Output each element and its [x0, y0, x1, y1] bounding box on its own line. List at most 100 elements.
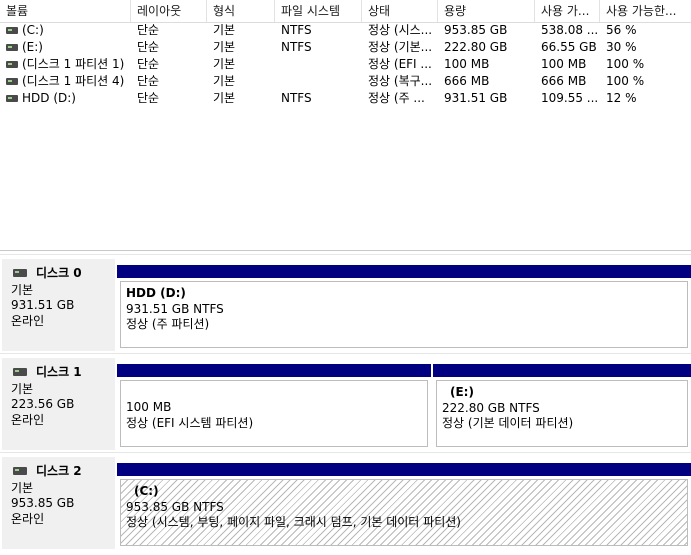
volume-icon — [6, 78, 18, 85]
disk-type: 기본 — [11, 480, 34, 495]
volume-percent-free: 12 % — [606, 91, 637, 105]
volume-free-space: 66.55 GB — [541, 40, 597, 54]
volume-capacity: 666 MB — [444, 74, 490, 88]
partition-efi[interactable]: 100 MB 정상 (EFI 시스템 파티션) — [117, 364, 431, 450]
volume-capacity: 931.51 GB — [444, 91, 508, 105]
volume-row[interactable]: (디스크 1 파티션 1) 단순 기본 정상 (EFI ... 100 MB 1… — [0, 56, 691, 73]
partition-color-bar — [433, 364, 691, 377]
volume-percent-free: 100 % — [606, 57, 645, 71]
volume-percent-free: 30 % — [606, 40, 637, 54]
volume-row[interactable]: (C:) 단순 기본 NTFS 정상 (시스... 953.85 GB 538.… — [0, 22, 691, 39]
partition-name: (C:) — [134, 484, 159, 498]
partition-color-bar — [117, 364, 431, 377]
volume-name: HDD (D:) — [22, 91, 76, 105]
volume-filesystem: NTFS — [281, 91, 312, 105]
disk-type: 기본 — [11, 381, 34, 396]
volume-layout: 단순 — [137, 40, 160, 54]
volume-free-space: 109.55 ... — [541, 91, 599, 105]
column-header-layout[interactable]: 레이아웃 — [131, 0, 207, 22]
volume-capacity: 222.80 GB — [444, 40, 508, 54]
partition-size: 931.51 GB NTFS — [126, 301, 224, 316]
partition-c[interactable]: (C:) 953.85 GB NTFS 정상 (시스템, 부팅, 페이지 파일,… — [117, 463, 691, 549]
column-header-capacity[interactable]: 용량 — [438, 0, 535, 22]
disk-row-1: 디스크 1 기본 223.56 GB 온라인 100 MB 정상 (EFI 시스… — [0, 353, 691, 450]
volume-type: 기본 — [213, 57, 236, 71]
volume-type: 기본 — [213, 74, 236, 88]
partition-body: (C:) 953.85 GB NTFS 정상 (시스템, 부팅, 페이지 파일,… — [120, 479, 688, 546]
partition-color-bar — [117, 265, 691, 278]
volume-type: 기본 — [213, 40, 236, 54]
partition-size: 222.80 GB NTFS — [442, 400, 540, 415]
disk-label-1[interactable]: 디스크 1 기본 223.56 GB 온라인 — [2, 358, 115, 450]
volume-capacity: 953.85 GB — [444, 23, 508, 37]
volume-free-space: 100 MB — [541, 57, 587, 71]
disk-graphical-view[interactable]: 디스크 0 기본 931.51 GB 온라인 HDD (D:) 931.51 G… — [0, 254, 691, 555]
disk-size: 223.56 GB — [11, 397, 75, 411]
disk-icon — [13, 467, 27, 475]
column-header-filesystem[interactable]: 파일 시스템 — [275, 0, 362, 22]
disk-title: 디스크 1 — [36, 365, 82, 379]
volume-row[interactable]: (E:) 단순 기본 NTFS 정상 (기본... 222.80 GB 66.5… — [0, 39, 691, 56]
disk-icon — [13, 269, 27, 277]
volume-layout: 단순 — [137, 23, 160, 37]
partition-name: (E:) — [450, 385, 474, 399]
volume-name: (디스크 1 파티션 4) — [22, 74, 125, 88]
volume-status: 정상 (기본... — [368, 40, 433, 54]
volume-icon — [6, 27, 18, 34]
volume-layout: 단순 — [137, 91, 160, 105]
partition-body: 100 MB 정상 (EFI 시스템 파티션) — [120, 380, 428, 447]
disk-row-2: 디스크 2 기본 953.85 GB 온라인 (C:) 953.85 GB NT… — [0, 452, 691, 549]
disk-row-0: 디스크 0 기본 931.51 GB 온라인 HDD (D:) 931.51 G… — [0, 254, 691, 351]
disk-title: 디스크 2 — [36, 464, 82, 478]
volume-icon — [6, 61, 18, 68]
partition-size: 100 MB — [126, 400, 172, 414]
volume-row[interactable]: (디스크 1 파티션 4) 단순 기본 정상 (복구... 666 MB 666… — [0, 73, 691, 90]
volume-free-space: 538.08 ... — [541, 23, 599, 37]
volume-list-header: 볼륨 레이아웃 형식 파일 시스템 상태 용량 사용 가... 사용 가능한..… — [0, 0, 691, 23]
volume-icon — [6, 44, 18, 51]
partition-e[interactable]: (E:) 222.80 GB NTFS 정상 (기본 데이터 파티션) — [433, 364, 691, 450]
volume-capacity: 100 MB — [444, 57, 490, 71]
volume-name: (E:) — [22, 40, 43, 54]
disk-state: 온라인 — [11, 412, 45, 427]
volume-row[interactable]: HDD (D:) 단순 기본 NTFS 정상 (주 ... 931.51 GB … — [0, 90, 691, 107]
volume-layout: 단순 — [137, 57, 160, 71]
disk-size: 931.51 GB — [11, 298, 75, 312]
volume-status: 정상 (복구... — [368, 74, 433, 88]
partition-name: HDD (D:) — [126, 286, 186, 300]
column-header-free-space[interactable]: 사용 가... — [535, 0, 600, 22]
volume-percent-free: 100 % — [606, 74, 645, 88]
column-header-volume[interactable]: 볼륨 — [0, 0, 131, 22]
volume-type: 기본 — [213, 91, 236, 105]
volume-status: 정상 (주 ... — [368, 91, 425, 105]
disk-size: 953.85 GB — [11, 496, 75, 510]
column-header-status[interactable]: 상태 — [362, 0, 438, 22]
partition-hdd-d[interactable]: HDD (D:) 931.51 GB NTFS 정상 (주 파티션) — [117, 265, 691, 351]
volume-filesystem — [275, 56, 362, 73]
partition-size: 953.85 GB NTFS — [126, 499, 224, 514]
column-header-percent-free[interactable]: 사용 가능한... — [600, 0, 691, 22]
partition-body: (E:) 222.80 GB NTFS 정상 (기본 데이터 파티션) — [436, 380, 688, 447]
partition-color-bar — [117, 463, 691, 476]
volume-list[interactable]: 볼륨 레이아웃 형식 파일 시스템 상태 용량 사용 가... 사용 가능한..… — [0, 0, 691, 251]
volume-name: (C:) — [22, 23, 44, 37]
disk-state: 온라인 — [11, 313, 45, 328]
volume-name: (디스크 1 파티션 1) — [22, 57, 125, 71]
column-header-type[interactable]: 형식 — [207, 0, 275, 22]
disk-label-2[interactable]: 디스크 2 기본 953.85 GB 온라인 — [2, 457, 115, 549]
volume-layout: 단순 — [137, 74, 160, 88]
volume-status: 정상 (EFI ... — [368, 57, 432, 71]
volume-percent-free: 56 % — [606, 23, 637, 37]
disk-icon — [13, 368, 27, 376]
volume-type: 기본 — [213, 23, 236, 37]
volume-filesystem: NTFS — [281, 23, 312, 37]
disk-type: 기본 — [11, 282, 34, 297]
partition-status: 정상 (EFI 시스템 파티션) — [126, 415, 254, 430]
partition-status: 정상 (주 파티션) — [126, 317, 210, 331]
volume-filesystem: NTFS — [281, 40, 312, 54]
partition-status: 정상 (기본 데이터 파티션) — [442, 416, 574, 430]
partition-body: HDD (D:) 931.51 GB NTFS 정상 (주 파티션) — [120, 281, 688, 348]
disk-label-0[interactable]: 디스크 0 기본 931.51 GB 온라인 — [2, 259, 115, 351]
partition-status: 정상 (시스템, 부팅, 페이지 파일, 크래시 덤프, 기본 데이터 파티션) — [126, 515, 461, 529]
volume-icon — [6, 95, 18, 102]
